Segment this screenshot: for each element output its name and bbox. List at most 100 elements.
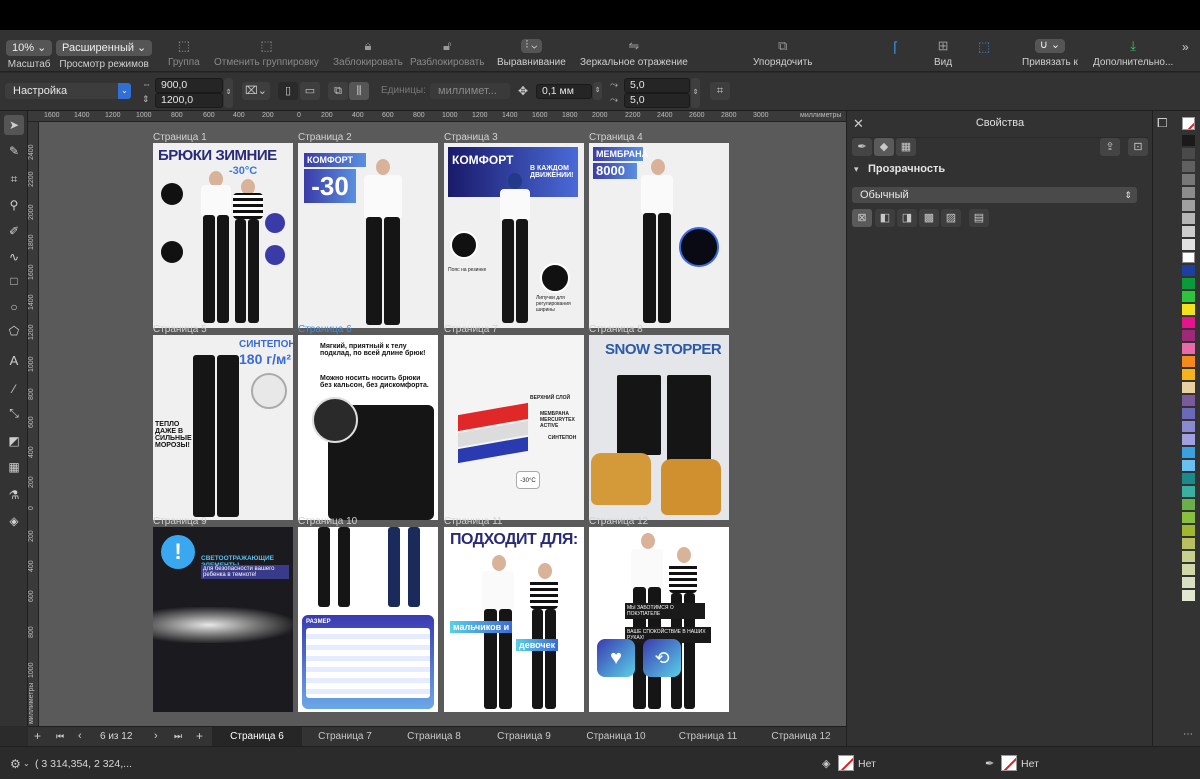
page-8-thumbnail[interactable]: SNOW STOPPER (589, 335, 729, 520)
chevron-down-icon[interactable]: ⌄ (23, 759, 30, 768)
page-label[interactable]: Страница 2 (298, 132, 352, 143)
settings-gear-icon[interactable]: ⚙ (10, 757, 21, 771)
page-label[interactable]: Страница 8 (589, 324, 643, 335)
color-swatch[interactable] (1182, 564, 1195, 575)
page-height-field[interactable]: 1200,0 (155, 93, 223, 108)
page-width-field[interactable]: 900,0 (155, 78, 223, 93)
vertical-ruler[interactable]: 2400 2200 2000 1800 1600 1400 1200 1000 … (28, 122, 39, 726)
align-left-icon[interactable]: ⌈ (893, 39, 898, 56)
color-swatch[interactable] (1182, 200, 1195, 211)
color-swatch[interactable] (1182, 551, 1195, 562)
color-swatch[interactable] (1182, 161, 1195, 172)
color-swatch[interactable] (1182, 434, 1195, 445)
color-swatch[interactable] (1182, 369, 1195, 380)
page-11-thumbnail[interactable]: ПОДХОДИТ ДЛЯ: мальчиков и девочек (444, 527, 584, 712)
line-tool-icon[interactable]: ⁄ (4, 379, 24, 399)
page-12-thumbnail[interactable]: МЫ ЗАБОТИМСЯ О ПОКУПАТЕЛЕ ВАШЕ СПОКОЙСТВ… (589, 527, 729, 712)
color-swatch[interactable] (1182, 291, 1195, 302)
color-swatch[interactable] (1182, 395, 1195, 406)
drawing-canvas[interactable]: Страница 1 БРЮКИ ЗИМНИЕ -30°C Страница 2… (39, 122, 846, 726)
color-swatch[interactable] (1182, 239, 1195, 250)
eyedropper-icon[interactable]: ⚗ (4, 485, 24, 505)
connector-tool-icon[interactable]: ⤡ (4, 403, 24, 423)
color-swatch[interactable] (1182, 148, 1195, 159)
color-swatch[interactable] (1182, 538, 1195, 549)
shape-tool-icon[interactable]: ✎ (4, 141, 24, 161)
transparency-section-title[interactable]: Прозрачность (868, 163, 945, 175)
more-button[interactable]: ⤓ Дополнительно... (1093, 38, 1173, 68)
color-swatch[interactable] (1182, 174, 1195, 185)
vector-pattern-transparency-icon[interactable]: ▩ (919, 209, 939, 227)
zoom-select[interactable]: 10% ⌄ (6, 40, 53, 56)
outline-none-swatch-icon[interactable] (1001, 755, 1017, 771)
align-button[interactable]: ⫶ ⌄ Выравнивание (497, 38, 566, 68)
pick-tool-icon[interactable]: ➤ (4, 115, 24, 135)
nudge-field[interactable]: 0,1 мм (536, 84, 592, 99)
tab-page-6[interactable]: Страница 6 (212, 727, 302, 747)
frame-icon[interactable]: ⬚ (978, 39, 990, 55)
color-swatch[interactable] (1182, 265, 1195, 276)
unlock-button[interactable]: 🔓︎ Разблокировать (410, 38, 484, 68)
page-9-thumbnail[interactable]: ! СВЕТООТРАЖАЮЩИЕ ЭЛЕМЕНТЫ для безопасно… (153, 527, 293, 712)
transparency-icon[interactable]: ▦ (4, 457, 24, 477)
page-counter[interactable]: 6 из 12 (100, 731, 132, 742)
page-4-thumbnail[interactable]: МЕМБРАНА 8000 (589, 143, 729, 328)
tab-page-7[interactable]: Страница 7 (300, 727, 390, 747)
tab-page-12[interactable]: Страница 12 (756, 727, 846, 747)
drop-shadow-icon[interactable]: ◩ (4, 431, 24, 451)
color-swatch[interactable] (1182, 486, 1195, 497)
page-label[interactable]: Страница 11 (444, 516, 502, 527)
palette-more-icon[interactable]: ⋯ (1183, 729, 1193, 740)
page-label[interactable]: Страница 4 (589, 132, 643, 143)
text-tool-icon[interactable]: A (4, 351, 24, 371)
fill-icon[interactable]: ◆ (874, 138, 894, 156)
ellipse-tool-icon[interactable]: ○ (4, 297, 24, 317)
color-swatch[interactable] (1182, 473, 1195, 484)
group-button[interactable]: ⬚ Группа (168, 38, 200, 68)
page-6-thumbnail[interactable]: Мягкий, приятный к телу подклад, по всей… (298, 335, 438, 520)
page-label[interactable]: Страница 12 (589, 516, 648, 527)
color-swatch[interactable] (1182, 460, 1195, 471)
page-label[interactable]: Страница 10 (298, 516, 357, 527)
fill-bucket-icon[interactable]: ◈ (4, 511, 24, 531)
lock-button[interactable]: 🔒︎ Заблокировать (333, 38, 403, 68)
tab-page-11[interactable]: Страница 11 (663, 727, 753, 747)
next-page-icon[interactable]: › (154, 730, 158, 742)
color-swatch[interactable] (1182, 577, 1195, 588)
color-swatch[interactable] (1182, 512, 1195, 523)
fill-none-swatch-icon[interactable] (838, 755, 854, 771)
duplicate-y-field[interactable]: 5,0 (624, 93, 690, 108)
color-swatch[interactable] (1182, 590, 1195, 601)
page-label[interactable]: Страница 9 (153, 516, 207, 527)
crop-tool-icon[interactable]: ⌗ (4, 169, 24, 189)
duplicate-x-field[interactable]: 5,0 (624, 78, 690, 93)
view-mode-select[interactable]: Расширенный ⌄ (56, 40, 153, 56)
color-swatch[interactable] (1182, 135, 1195, 146)
view-mode-control[interactable]: Расширенный ⌄ Просмотр режимов (56, 40, 153, 70)
page-size-preset-button[interactable]: ⌧⌄ (242, 82, 270, 100)
horizontal-ruler[interactable]: 1600 1400 1200 1000 800 600 400 200 0 20… (28, 111, 846, 122)
color-swatch[interactable] (1182, 317, 1195, 328)
bitmap-pattern-transparency-icon[interactable]: ▨ (941, 209, 961, 227)
color-swatch[interactable] (1182, 343, 1195, 354)
collapse-chevron-icon[interactable]: ▾ (854, 164, 859, 175)
color-swatch[interactable] (1182, 382, 1195, 393)
artistic-media-icon[interactable]: ∿ (4, 247, 24, 267)
preset-select[interactable]: Настройка ⌄ (5, 83, 131, 99)
page-5-thumbnail[interactable]: СИНТЕПОН 180 г/м² ТЕПЛО ДАЖЕ В СИЛЬНЫЕ М… (153, 335, 293, 520)
zoom-tool-icon[interactable]: ⚲ (4, 195, 24, 215)
add-page-before-icon[interactable]: + (34, 729, 41, 743)
page-label[interactable]: Страница 7 (444, 324, 498, 335)
tab-page-8[interactable]: Страница 8 (389, 727, 479, 747)
color-swatch[interactable] (1182, 252, 1195, 263)
portrait-icon[interactable]: ▯ (278, 82, 298, 100)
page-10-thumbnail[interactable]: РАЗМЕР (298, 527, 438, 712)
color-swatch[interactable] (1182, 304, 1195, 315)
prev-page-icon[interactable]: ‹ (78, 730, 82, 742)
color-swatch[interactable] (1182, 408, 1195, 419)
view-button[interactable]: ⊞ Вид (934, 38, 952, 68)
transparency-tab-icon[interactable]: ▦ (896, 138, 916, 156)
texture-transparency-icon[interactable]: ▤ (969, 209, 989, 227)
add-page-after-icon[interactable]: + (196, 729, 203, 743)
duplicate-stepper[interactable]: ⇕ (691, 78, 700, 108)
